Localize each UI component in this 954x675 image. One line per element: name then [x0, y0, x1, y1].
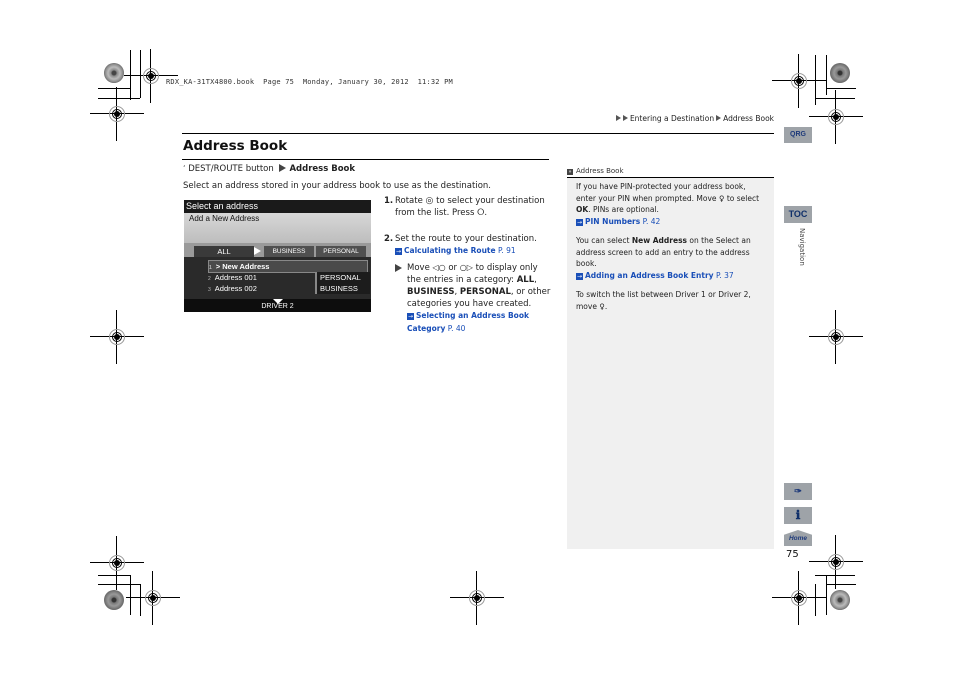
- arrow-icon: [622, 115, 628, 121]
- registration-mark-icon: [809, 90, 863, 144]
- screen-row: 2 Address 001: [208, 273, 257, 282]
- sidebar-rule: [567, 177, 774, 178]
- xref-arrow-icon: →: [576, 272, 583, 280]
- xref-arrow-icon: →: [576, 218, 583, 226]
- step-2: 2. Set the route to your destination. → C…: [384, 234, 554, 336]
- home-tab[interactable]: Home: [784, 530, 812, 546]
- xref-arrow-icon: →: [407, 313, 414, 321]
- screen-add-new: Add a New Address: [184, 213, 371, 243]
- crop-mark: [826, 88, 856, 89]
- path-target: Address Book: [289, 164, 356, 174]
- screen-row: 3 Address 002: [208, 284, 257, 293]
- joystick-icon: ♀: [599, 301, 605, 311]
- page-number: 75: [786, 549, 799, 560]
- note-icon: »: [567, 169, 573, 175]
- title-rule: [182, 159, 549, 160]
- arrow-icon: [716, 115, 722, 121]
- xref-link[interactable]: → Adding an Address Book Entry P. 37: [576, 271, 734, 280]
- registration-mark-icon: [809, 310, 863, 364]
- xref-arrow-icon: →: [395, 248, 402, 256]
- screen-row-category: BUSINESS: [315, 283, 370, 294]
- xref-link[interactable]: → PIN Numbers P. 42: [576, 217, 660, 226]
- registration-mark-icon: [772, 571, 826, 625]
- sidebar-paragraph: To switch the list between Driver 1 or D…: [576, 290, 751, 311]
- voice-command-tab[interactable]: ✑: [784, 483, 812, 500]
- section-label: Navigation: [798, 228, 806, 266]
- arrow-icon: [254, 247, 261, 255]
- header-rule: [182, 133, 774, 134]
- interface-dial-icon: ◎: [425, 196, 434, 206]
- registration-mark-icon: [450, 571, 504, 625]
- voice-icon: ✑: [794, 486, 802, 496]
- nav-screen-image: Select an address Add a New Address ALL …: [184, 200, 371, 312]
- breadcrumb-item[interactable]: Address Book: [723, 114, 774, 123]
- registration-mark-icon: [90, 87, 144, 141]
- screen-tab-business: BUSINESS: [264, 246, 314, 257]
- xref-link[interactable]: → Selecting an Address Book Category P. 4…: [407, 311, 529, 333]
- joystick-icon: ♀: [718, 193, 725, 203]
- path-prefix: DEST/ROUTE button: [188, 164, 274, 174]
- move-left-icon: ◁○: [432, 263, 446, 273]
- qrg-tab[interactable]: QRG: [784, 127, 812, 143]
- arrow-icon: [395, 264, 402, 273]
- color-disc-icon: [104, 63, 124, 83]
- breadcrumb: Entering a Destination Address Book: [615, 114, 774, 123]
- step-1: 1. Rotate ◎ to select your destination f…: [384, 196, 545, 218]
- toc-tab[interactable]: TOC: [784, 206, 812, 223]
- menu-path: ‘ DEST/ROUTE button Address Book: [183, 164, 355, 174]
- steps: 1. Rotate ◎ to select your destination f…: [384, 196, 554, 346]
- triangle-down-icon: [273, 299, 283, 304]
- index-tab[interactable]: ℹ: [784, 507, 812, 524]
- screen-header: Select an address: [184, 200, 371, 213]
- sidebar-heading: » Address Book: [567, 165, 774, 177]
- xref-link[interactable]: → Calculating the Route P. 91: [395, 246, 516, 256]
- color-disc-icon: [830, 590, 850, 610]
- screen-tab-personal: PERSONAL: [316, 246, 366, 257]
- registration-mark-icon: [126, 571, 180, 625]
- sub-bullet: Move ◁○ or ○▷ to display only the entrie…: [395, 262, 554, 336]
- screen-row-category: PERSONAL: [315, 272, 370, 283]
- sidebar-paragraph: You can select New Address on the Select…: [576, 236, 751, 280]
- breadcrumb-item[interactable]: Entering a Destination: [630, 114, 714, 123]
- move-right-icon: ○▷: [459, 263, 473, 273]
- print-slug: RDX_KA-31TX4800.book Page 75 Monday, Jan…: [166, 78, 453, 86]
- arrow-icon: [615, 115, 621, 121]
- sidebar-paragraph: If you have PIN-protected your address b…: [576, 182, 760, 226]
- registration-mark-icon: [90, 310, 144, 364]
- screen-tab-all: ALL: [194, 246, 254, 257]
- color-disc-icon: [104, 590, 124, 610]
- sidebar-notes: » Address Book If you have PIN-protected …: [567, 165, 774, 549]
- screen-footer: DRIVER 2: [184, 299, 371, 312]
- crop-mark: [826, 55, 827, 95]
- button-icon: ‘: [183, 164, 186, 173]
- color-disc-icon: [830, 63, 850, 83]
- intro-text: Select an address stored in your address…: [183, 181, 491, 191]
- info-icon: ℹ: [795, 508, 801, 522]
- page-title: Address Book: [183, 138, 288, 154]
- arrow-icon: [279, 164, 287, 172]
